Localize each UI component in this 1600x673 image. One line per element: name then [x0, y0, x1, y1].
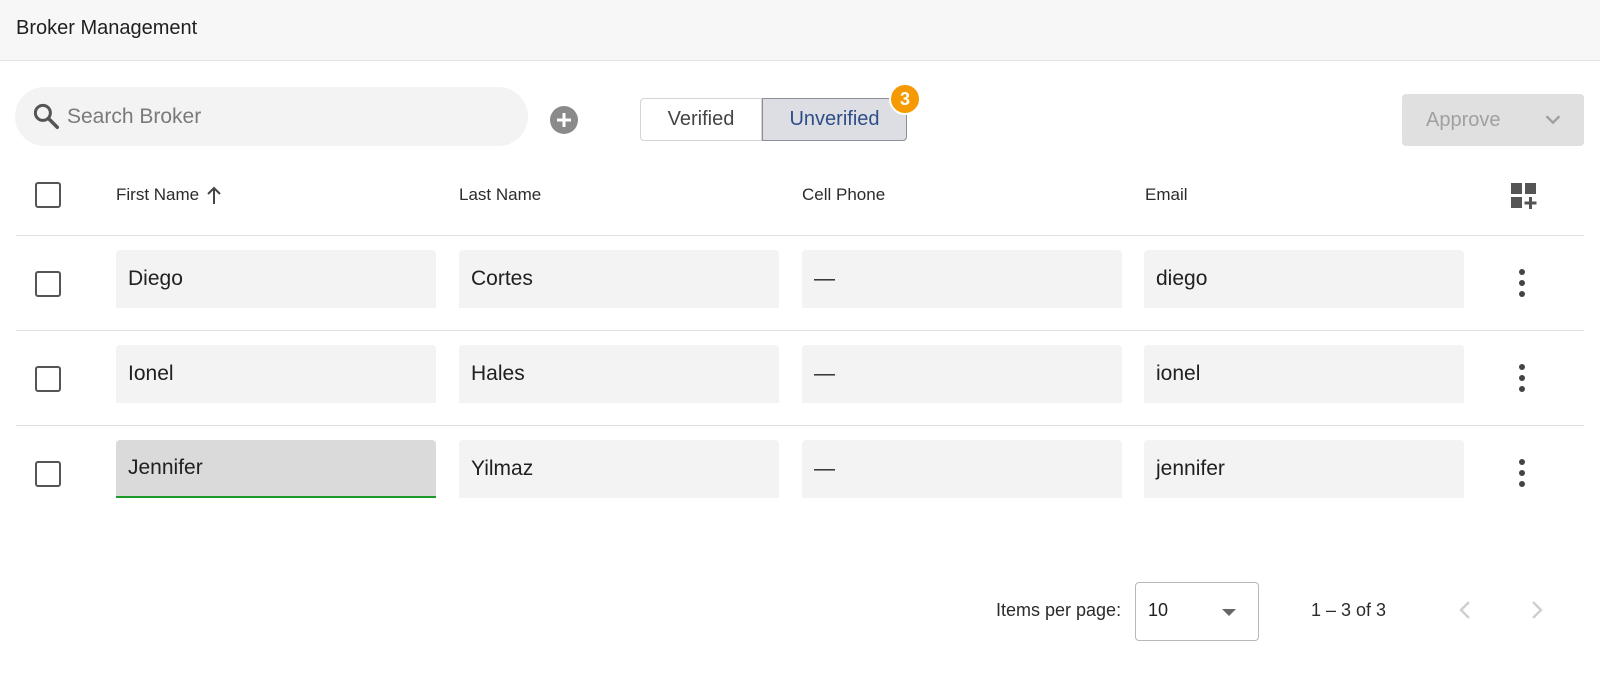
row-checkbox[interactable]: [35, 461, 61, 487]
row-checkbox[interactable]: [35, 271, 61, 297]
approve-button-label: Approve: [1426, 109, 1501, 131]
last-name-field[interactable]: Yilmaz: [459, 440, 779, 498]
select-all-checkbox[interactable]: [35, 182, 61, 208]
verification-toggle: Verified Unverified: [640, 98, 907, 141]
page-title: Broker Management: [16, 17, 198, 39]
table-row: Ionel Hales — ionel: [16, 331, 1584, 426]
column-header-cell-phone[interactable]: Cell Phone: [802, 185, 885, 205]
row-checkbox[interactable]: [35, 366, 61, 392]
column-settings-icon[interactable]: [1509, 181, 1539, 211]
unverified-count-badge: 3: [889, 83, 921, 115]
email-field[interactable]: jennifer: [1144, 440, 1464, 498]
more-vert-icon[interactable]: [1512, 268, 1532, 298]
search-icon: [33, 103, 59, 129]
cell-phone-field[interactable]: —: [802, 345, 1122, 403]
search-input[interactable]: [67, 97, 507, 137]
first-name-field[interactable]: Ionel: [116, 345, 436, 403]
more-vert-icon[interactable]: [1512, 363, 1532, 393]
last-name-field[interactable]: Cortes: [459, 250, 779, 308]
cell-phone-field[interactable]: —: [802, 250, 1122, 308]
first-name-field[interactable]: Jennifer: [116, 440, 436, 498]
column-header-label: Cell Phone: [802, 185, 886, 204]
items-per-page-select[interactable]: 10: [1135, 582, 1259, 641]
previous-page-icon[interactable]: [1453, 597, 1479, 623]
chevron-down-icon[interactable]: [1542, 108, 1564, 130]
email-field[interactable]: ionel: [1144, 345, 1464, 403]
column-header-email[interactable]: Email: [1145, 185, 1188, 205]
last-name-field[interactable]: Hales: [459, 345, 779, 403]
items-per-page-label: Items per page:: [996, 600, 1122, 620]
dropdown-arrow-icon: [1222, 609, 1236, 616]
column-header-last-name[interactable]: Last Name: [459, 185, 541, 205]
paginator: Items per page: 10 1 – 3 of 3: [0, 582, 1600, 642]
first-name-field[interactable]: Diego: [116, 250, 436, 308]
verified-toggle-button[interactable]: Verified: [640, 98, 762, 141]
unverified-toggle-button[interactable]: Unverified: [762, 98, 907, 141]
email-field[interactable]: diego: [1144, 250, 1464, 308]
page-range-label: 1 – 3 of 3: [1311, 600, 1387, 620]
column-header-first-name[interactable]: First Name: [116, 185, 223, 205]
approve-button[interactable]: Approve: [1402, 94, 1584, 146]
table-header: First Name Last Name Cell Phone Email: [16, 168, 1584, 236]
table-row: Jennifer Yilmaz — jennifer: [16, 426, 1584, 521]
cell-phone-field[interactable]: —: [802, 440, 1122, 498]
sort-ascending-icon: [207, 186, 221, 204]
next-page-icon[interactable]: [1523, 597, 1549, 623]
more-vert-icon[interactable]: [1512, 458, 1532, 488]
column-header-label: Email: [1145, 185, 1188, 204]
add-broker-button[interactable]: [549, 105, 579, 135]
column-header-label: Last Name: [459, 185, 542, 204]
items-per-page-value: 10: [1148, 600, 1169, 620]
column-header-label: First Name: [116, 185, 200, 204]
search-box[interactable]: [15, 87, 528, 146]
table-row: Diego Cortes — diego: [16, 236, 1584, 331]
top-bar: Broker Management: [0, 0, 1600, 61]
